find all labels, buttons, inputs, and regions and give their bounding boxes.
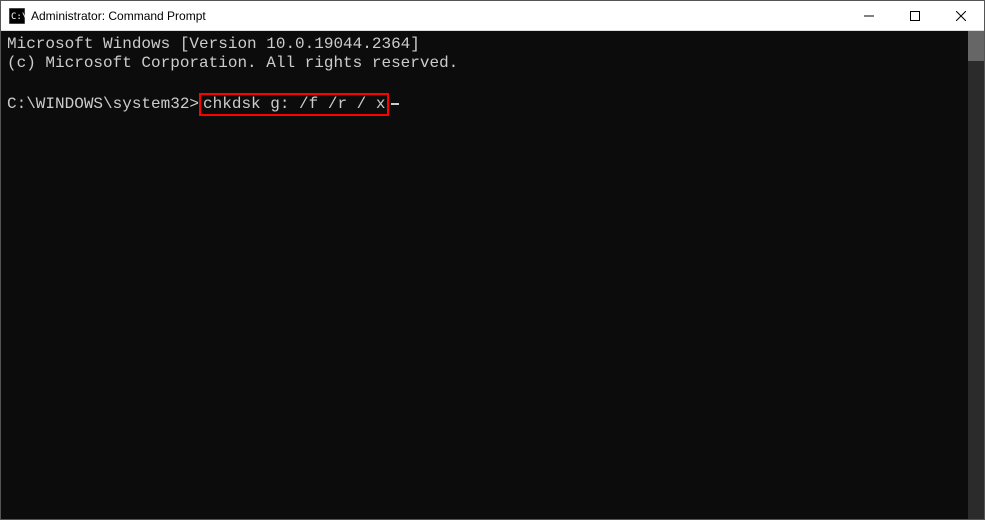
- scrollbar-thumb[interactable]: [968, 31, 984, 61]
- copyright-line: (c) Microsoft Corporation. All rights re…: [7, 54, 978, 73]
- maximize-button[interactable]: [892, 1, 938, 30]
- svg-text:C:\: C:\: [11, 12, 25, 22]
- command-highlight: chkdsk g: /f /r / x: [199, 93, 389, 116]
- blank-line: [7, 73, 978, 92]
- command-prompt-window: C:\ Administrator: Command Prompt Micros…: [0, 0, 985, 520]
- terminal-area[interactable]: Microsoft Windows [Version 10.0.19044.23…: [1, 31, 984, 519]
- prompt-text: C:\WINDOWS\system32>: [7, 95, 199, 114]
- scrollbar[interactable]: [968, 31, 984, 519]
- version-line: Microsoft Windows [Version 10.0.19044.23…: [7, 35, 978, 54]
- cmd-icon: C:\: [9, 8, 25, 24]
- close-button[interactable]: [938, 1, 984, 30]
- window-controls: [846, 1, 984, 30]
- minimize-button[interactable]: [846, 1, 892, 30]
- prompt-line: C:\WINDOWS\system32>chkdsk g: /f /r / x: [7, 93, 978, 116]
- window-title: Administrator: Command Prompt: [31, 9, 846, 23]
- cursor: [391, 103, 399, 105]
- command-text: chkdsk g: /f /r / x: [203, 95, 385, 113]
- titlebar[interactable]: C:\ Administrator: Command Prompt: [1, 1, 984, 31]
